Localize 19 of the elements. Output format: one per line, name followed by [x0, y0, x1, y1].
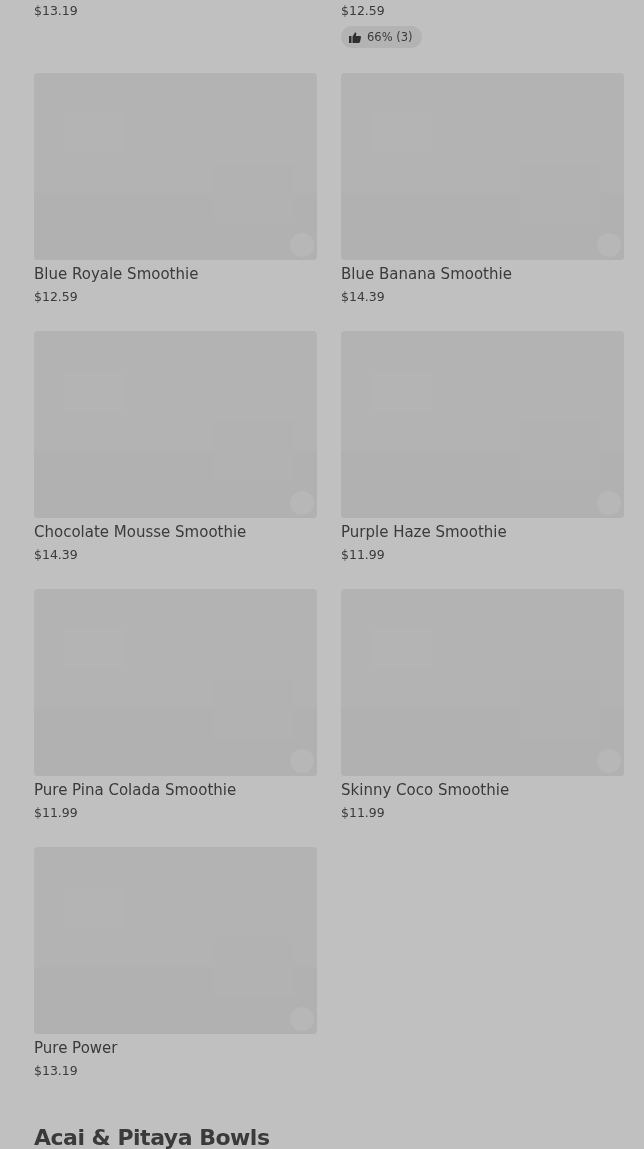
thumbs-up-icon: [349, 31, 361, 43]
item-name: Pure Pina Colada Smoothie: [34, 780, 237, 800]
item-name: Blue Banana Smoothie: [341, 264, 512, 284]
item-price: $13.19: [34, 2, 78, 20]
item-name: Pure Power: [34, 1038, 118, 1058]
item-price: $14.39: [341, 288, 385, 306]
item-name: Skinny Coco Smoothie: [341, 780, 510, 800]
item-name: Chocolate Mousse Smoothie: [34, 522, 247, 542]
item-price: $11.99: [341, 804, 385, 822]
item-price: $14.39: [34, 546, 78, 564]
item-name: Blue Royale Smoothie: [34, 264, 199, 284]
item-price: $11.99: [341, 546, 385, 564]
item-name: Purple Haze Smoothie: [341, 522, 507, 542]
item-price: $12.59: [341, 2, 385, 20]
item-price: $12.59: [34, 288, 78, 306]
item-price: $11.99: [34, 804, 78, 822]
section-title: Acai & Pitaya Bowls: [34, 1124, 271, 1149]
item-price: $13.19: [34, 1062, 78, 1080]
rating-badge: 66% (3): [341, 26, 422, 48]
